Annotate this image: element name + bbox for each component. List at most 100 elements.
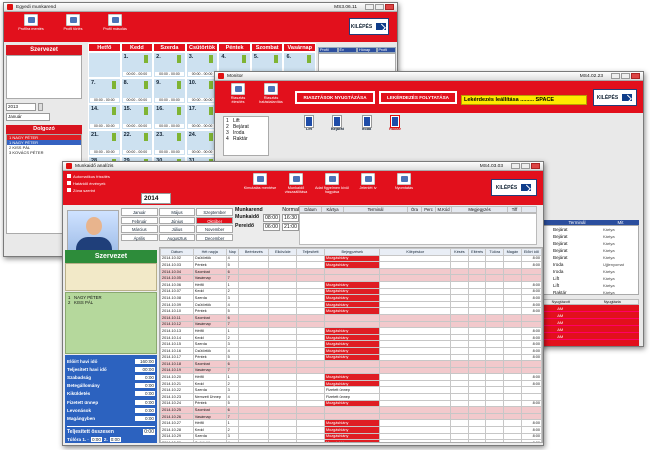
grid-col-header[interactable]: Nap	[225, 248, 240, 256]
table-row[interactable]: 2014.10.29 Szerda 3 Mozgáshiány 8:00	[160, 432, 542, 441]
event-row[interactable]: Raktár Kártya	[535, 289, 638, 296]
year-select[interactable]: 2013	[6, 103, 36, 111]
ack-row[interactable]: AM	[534, 319, 639, 326]
event-row[interactable]: Bejárat Kártya	[535, 240, 638, 247]
save-report-button[interactable]: Kimutatás mentése	[243, 173, 277, 190]
org-tree[interactable]	[65, 263, 157, 291]
terminal-item[interactable]: 4 Raktár	[226, 136, 266, 142]
grid-col-header[interactable]: Késés	[450, 248, 469, 256]
table-row[interactable]: 2014.10.14 Kedd 2 Mozgáshiány 8:00	[160, 333, 542, 342]
month-button[interactable]: Szeptember	[196, 208, 233, 216]
day-cell[interactable]: 15. 00:00 - 00:00	[120, 104, 154, 130]
table-row[interactable]: 2014.10.24 Péntek 5 Mozgáshiány 8:00	[160, 399, 542, 408]
door-bejarat[interactable]: Bejárat	[331, 115, 344, 131]
month-button[interactable]: Január	[121, 208, 158, 216]
month-button[interactable]: Április	[121, 233, 158, 242]
table-row[interactable]: 2014.10.07 Kedd 2 Mozgáshiány 8:00	[160, 287, 542, 296]
table-row[interactable]: 2014.10.20 Hétfő 1 Mozgáshiány 8:00	[160, 373, 542, 381]
worktime-start[interactable]: 08:00	[263, 214, 281, 222]
table-row[interactable]: 2014.10.27 Hétfő 1 Mozgáshiány 8:00	[160, 419, 542, 428]
day-cell[interactable]: 9. 00:00 - 00:00	[153, 78, 186, 104]
table-row[interactable]: 2014.10.06 Hétfő 1 Mozgáshiány 8:00	[160, 280, 542, 289]
event-row[interactable]: Bejárat Kártya	[535, 254, 638, 261]
ack-alarms-button[interactable]: RIASZTÁSOK NYUGTÁZÁSA	[295, 91, 375, 104]
maximize-button[interactable]	[375, 4, 384, 10]
close-button[interactable]	[531, 163, 540, 169]
exit-button[interactable]: KILÉPÉS	[349, 18, 389, 35]
grid-col-header[interactable]: Teljesített	[296, 248, 325, 256]
org-tree[interactable]	[6, 55, 82, 99]
month-button[interactable]: December	[196, 233, 233, 242]
door-lift[interactable]: Lift	[304, 115, 314, 131]
table-row[interactable]: 2014.10.04 Szombat 6	[160, 267, 542, 276]
copy-profile-button[interactable]: Profil másolás	[98, 14, 132, 31]
close-button[interactable]	[631, 73, 640, 79]
maximize-button[interactable]	[621, 73, 630, 79]
table-row[interactable]: 2014.10.12 Vasárnap 7	[160, 320, 542, 329]
exit-button[interactable]: KILÉPÉS	[491, 179, 537, 196]
month-button[interactable]: November	[196, 225, 233, 233]
year-spin-icon[interactable]	[38, 103, 43, 111]
table-row[interactable]: 2014.10.25 Szombat 6	[160, 406, 542, 414]
auto-refresh-checkbox[interactable]: Automatikus frissítés	[67, 173, 110, 180]
worker-row[interactable]: 2 KISS PÁL	[68, 300, 154, 305]
worktime-grid[interactable]: Dátum Hét napja Nap Beérkezés Elkövöde Teljes…	[159, 247, 543, 443]
attendance-sheet-button[interactable]: Jelenlét ív	[351, 173, 385, 190]
table-row[interactable]: 2014.10.28 Kedd 2 Mozgáshiány 8:00	[160, 426, 542, 434]
worker-row[interactable]: 3 KOVÁCS PÉTER	[7, 150, 81, 155]
table-row[interactable]: 2014.10.22 Szerda 3 Fizetett ünnep	[160, 386, 542, 395]
event-row[interactable]: Lift Kártya	[535, 275, 638, 282]
day-cell[interactable]: 16. 00:00 - 00:00	[153, 104, 186, 130]
save-profile-button[interactable]: Profilra mentés	[14, 14, 48, 31]
minimize-button[interactable]	[511, 163, 520, 169]
event-row[interactable]: Lift Kártya	[535, 282, 638, 289]
month-button[interactable]: Február	[121, 216, 158, 225]
ack-row[interactable]: AM	[534, 326, 639, 333]
table-row[interactable]: 2014.10.11 Szombat 6	[160, 313, 542, 322]
grid-col-header[interactable]: Előírt idő	[520, 248, 542, 256]
ignore-data-button[interactable]: Adat figyelmen kívül hagyása	[315, 173, 349, 194]
month-button[interactable]: Május	[158, 208, 196, 216]
table-row[interactable]: 2014.10.15 Szerda 3 Mozgáshiány 8:00	[160, 340, 542, 348]
grid-col-header[interactable]: Elkövöde	[268, 248, 298, 256]
worktime-end[interactable]: 16:30	[282, 214, 299, 222]
title-bar[interactable]: Egyedi munkarend MS3.06.11	[4, 3, 397, 12]
day-cell[interactable]: 21. 00:00 - 00:00	[88, 130, 121, 156]
event-row[interactable]: Iroda Kártya	[535, 268, 638, 275]
day-cell[interactable]: 7. 00:00 - 00:00	[88, 78, 121, 104]
ack-row[interactable]: AM	[534, 333, 639, 340]
table-row[interactable]: 2014.10.18 Szombat 6	[160, 360, 542, 368]
month-button[interactable]: Október	[196, 216, 233, 225]
grid-col-header[interactable]: Bejegyzések	[323, 248, 381, 256]
table-row[interactable]: 2014.10.30Csütörtök4 Mozgáshiány 8:00	[160, 439, 542, 442]
grid-col-header[interactable]: Kilépéskor	[379, 248, 452, 256]
table-row[interactable]: 2014.10.21 Kedd 2 Mozgáshiány 8:00	[160, 379, 542, 388]
table-row[interactable]: 2014.10.03 Péntek 5 Mozgáshiány 8:00	[160, 261, 542, 269]
print-button[interactable]: Nyomtatás	[387, 173, 421, 190]
arm-alarm-button[interactable]: Riasztás élesítés	[225, 83, 251, 104]
month-button[interactable]: Június	[158, 216, 196, 225]
exit-button[interactable]: KILÉPÉS	[593, 89, 637, 106]
grid-col-header[interactable]: Magán	[503, 248, 522, 256]
event-row[interactable]: Bejárat Kártya	[535, 247, 638, 254]
grid-col-header[interactable]: Eltérés	[467, 248, 487, 256]
zone-checkbox[interactable]: Zóna szerint	[67, 187, 110, 194]
period-end[interactable]: 21:00	[282, 223, 299, 231]
grid-col-header[interactable]: Beérkezés	[238, 248, 270, 256]
close-button[interactable]	[385, 4, 394, 10]
ack-row[interactable]: AM	[534, 312, 639, 319]
table-row[interactable]: 2014.10.23 Nemzeti Ünnep 4 Fizetett ünnep	[160, 393, 542, 401]
table-row[interactable]: 2014.10.09 Csütörtök 4 Mozgáshiány 8:00	[160, 300, 542, 309]
table-row[interactable]: 2014.10.17 Péntek 5 Mozgáshiány 8:00	[160, 353, 542, 362]
event-row[interactable]: Bejárat Kártya	[535, 233, 638, 240]
event-row[interactable]: Iroda Ujjlenyomat	[535, 261, 638, 268]
table-row[interactable]: 2014.10.19 Vasárnap 7	[160, 366, 542, 375]
minimize-button[interactable]	[365, 4, 374, 10]
delete-profile-button[interactable]: Profil törlés	[56, 14, 90, 31]
event-row[interactable]: Bejárat Kártya	[535, 226, 638, 233]
grid-col-header[interactable]: Hét napja	[192, 248, 227, 256]
day-cell[interactable]: 22. 00:00 - 00:00	[120, 130, 154, 156]
day-cell[interactable]: 23. 00:00 - 00:00	[153, 130, 186, 156]
profile-list[interactable]	[318, 53, 396, 73]
day-cell[interactable]	[88, 52, 121, 78]
